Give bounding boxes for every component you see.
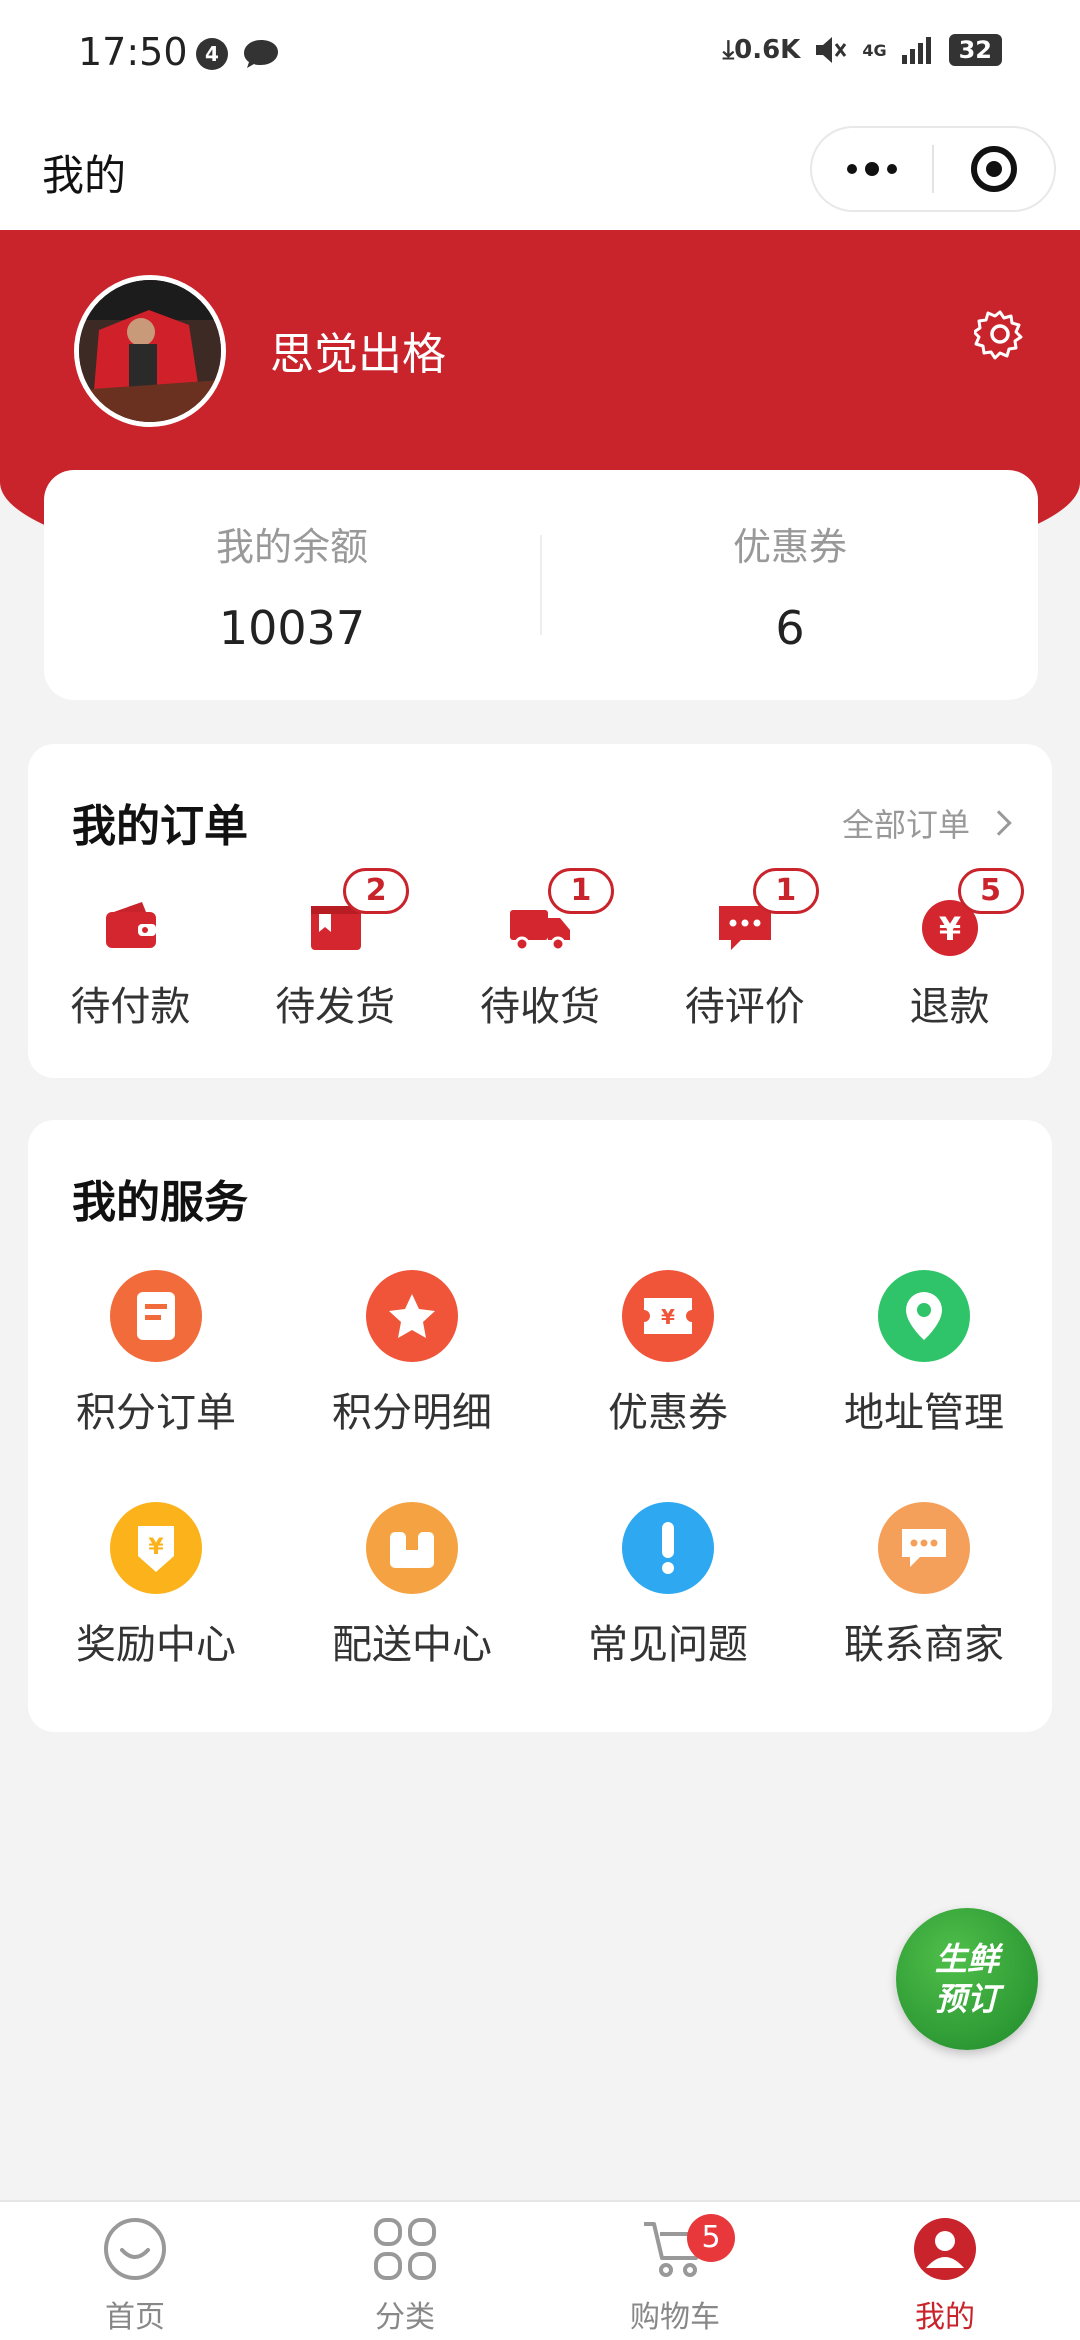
nav-bar: 我的 — [0, 110, 1080, 230]
service-label: 奖励中心 — [76, 1622, 236, 1668]
coupon-icon: ¥ — [622, 1270, 714, 1362]
status-time: 17:50 — [78, 30, 188, 74]
balance-value: 10037 — [218, 600, 366, 655]
services-card: 我的服务 积分订单 积分明细 ¥ 优惠券 地址管理 ¥ 奖励中心 配送中心 常见… — [28, 1120, 1052, 1732]
service-label: 地址管理 — [844, 1390, 1004, 1436]
page-title: 我的 — [42, 151, 127, 200]
chat-bubble-icon — [244, 40, 278, 68]
service-reward-center[interactable]: ¥ 奖励中心 — [28, 1502, 284, 1692]
order-item-label: 待收货 — [479, 984, 600, 1030]
svg-text:¥: ¥ — [661, 1305, 675, 1329]
service-contact-merchant[interactable]: 联系商家 — [796, 1502, 1052, 1692]
services-title: 我的服务 — [72, 1177, 248, 1228]
delivery-icon — [366, 1502, 458, 1594]
status-right: ⤓0.6K 4G 32 — [723, 34, 1002, 66]
service-label: 优惠券 — [608, 1390, 728, 1436]
service-points-order[interactable]: 积分订单 — [28, 1270, 284, 1460]
services-grid: 积分订单 积分明细 ¥ 优惠券 地址管理 ¥ 奖励中心 配送中心 常见问题 联系… — [28, 1270, 1052, 1692]
service-faq[interactable]: 常见问题 — [540, 1502, 796, 1692]
fab-label-line1: 生鲜 — [934, 1940, 999, 1978]
tab-label: 购物车 — [630, 2300, 720, 2335]
battery-indicator: 32 — [948, 34, 1002, 66]
order-count-badge: 2 — [343, 868, 410, 914]
service-label: 积分明细 — [332, 1390, 492, 1436]
balance-section[interactable]: 我的余额 10037 — [44, 516, 540, 655]
tab-home[interactable]: 首页 — [0, 2202, 270, 2340]
reward-icon: ¥ — [110, 1502, 202, 1594]
order-count-badge: 1 — [547, 868, 614, 914]
service-label: 积分订单 — [76, 1390, 236, 1436]
order-item-refund[interactable]: ¥ 5 退款 — [847, 868, 1052, 1044]
order-item-pending-receipt[interactable]: 1 待收货 — [438, 868, 643, 1044]
mute-icon — [816, 37, 847, 63]
service-delivery-center[interactable]: 配送中心 — [284, 1502, 540, 1692]
avatar-image — [79, 280, 221, 422]
location-icon — [878, 1270, 970, 1362]
home-smile-icon — [104, 2218, 166, 2280]
orders-card: 我的订单 全部订单 待付款 2 待发货 1 待收货 1 待评价 ¥ 5 退款 — [28, 744, 1052, 1078]
service-label: 配送中心 — [332, 1622, 492, 1668]
order-item-label: 待评价 — [684, 984, 805, 1030]
target-icon — [970, 146, 1017, 192]
bottom-tab-bar: 首页 分类 5 购物车 我的 — [0, 2200, 1080, 2340]
user-icon — [914, 2218, 976, 2280]
tab-label: 首页 — [105, 2300, 165, 2335]
chat-icon — [878, 1502, 970, 1594]
download-speed: ⤓0.6K — [722, 34, 801, 65]
service-coupon[interactable]: ¥ 优惠券 — [540, 1270, 796, 1460]
exclamation-icon — [622, 1502, 714, 1594]
service-address[interactable]: 地址管理 — [796, 1270, 1052, 1460]
tab-cart[interactable]: 5 购物车 — [540, 2202, 810, 2340]
coupon-section[interactable]: 优惠券 6 — [542, 516, 1038, 655]
order-status-row: 待付款 2 待发货 1 待收货 1 待评价 ¥ 5 退款 — [28, 868, 1052, 1044]
close-button[interactable] — [934, 128, 1054, 210]
order-item-label: 待发货 — [275, 984, 396, 1030]
wallet-icon — [106, 902, 157, 948]
balance-card: 我的余额 10037 优惠券 6 — [44, 470, 1038, 700]
coupon-label: 优惠券 — [732, 524, 847, 569]
coupon-value: 6 — [775, 600, 805, 655]
notification-count-badge: 4 — [196, 38, 228, 70]
order-item-label: 退款 — [909, 984, 990, 1030]
avatar[interactable] — [74, 275, 226, 427]
order-item-pending-shipment[interactable]: 2 待发货 — [233, 868, 438, 1044]
fresh-preorder-button[interactable]: 生鲜 预订 — [896, 1908, 1038, 2050]
order-item-pending-payment[interactable]: 待付款 — [28, 894, 233, 1044]
order-count-badge: 1 — [752, 868, 819, 914]
order-item-pending-review[interactable]: 1 待评价 — [642, 868, 847, 1044]
more-button[interactable] — [812, 128, 932, 210]
all-orders-label: 全部订单 — [841, 806, 970, 844]
service-points-detail[interactable]: 积分明细 — [284, 1270, 540, 1460]
svg-text:¥: ¥ — [148, 1535, 164, 1560]
tab-label: 我的 — [915, 2300, 975, 2335]
orders-title: 我的订单 — [72, 801, 248, 852]
grid-icon — [374, 2218, 436, 2280]
order-item-label: 待付款 — [70, 984, 191, 1030]
service-label: 联系商家 — [844, 1622, 1004, 1668]
balance-label: 我的余额 — [215, 524, 368, 569]
network-type: 4G — [862, 40, 887, 60]
tab-mine[interactable]: 我的 — [810, 2202, 1080, 2340]
fab-label: 生鲜 预订 — [922, 1939, 1012, 2019]
fab-label-line2: 预订 — [934, 1980, 999, 2018]
signal-icon — [901, 37, 931, 64]
service-label: 常见问题 — [588, 1622, 748, 1668]
svg-text:¥: ¥ — [938, 910, 960, 948]
all-orders-link[interactable]: 全部订单 — [841, 800, 1012, 846]
tab-label: 分类 — [375, 2300, 435, 2335]
mini-program-capsule — [810, 126, 1056, 212]
chevron-right-icon — [986, 810, 1012, 836]
points-order-icon — [110, 1270, 202, 1362]
username: 思觉出格 — [270, 329, 446, 380]
order-count-badge: 5 — [957, 868, 1024, 914]
cart-count-badge: 5 — [687, 2214, 735, 2262]
star-icon — [366, 1270, 458, 1362]
status-bar: 17:50 4 ⤓0.6K 4G 32 — [0, 0, 1080, 110]
tab-category[interactable]: 分类 — [270, 2202, 540, 2340]
gear-icon[interactable] — [974, 308, 1026, 360]
